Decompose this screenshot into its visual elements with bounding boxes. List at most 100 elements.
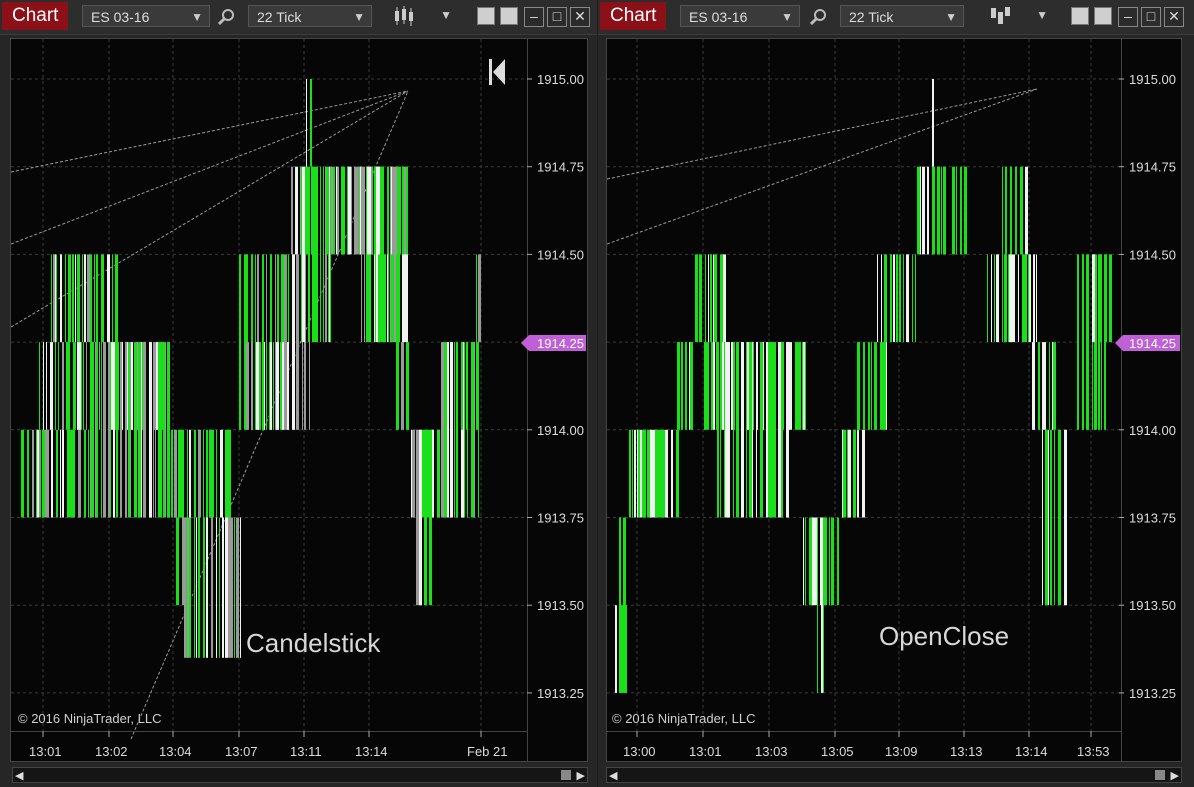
price-bar [77,342,80,430]
current-price-marker: 1914.25 [521,335,586,351]
price-chart[interactable]: 1915.00 1914.75 1914.50 1914.25 1914.00 1913.… [607,39,1181,761]
price-axis[interactable]: 1915.00 1914.75 1914.50 1914.25 1914.00 1913.… [527,72,584,701]
price-bar [178,429,181,518]
price-bar [167,342,170,518]
price-bar [1049,342,1050,430]
price-bar [328,166,329,343]
scroll-right-icon[interactable]: ▶ [577,769,585,782]
price-bar [1036,254,1037,343]
layout-button-2[interactable] [1094,7,1112,25]
price-bar [821,517,823,693]
scroll-thumb[interactable] [561,770,571,780]
search-icon[interactable] [808,7,828,27]
maximize-icon[interactable]: □ [1141,7,1161,27]
price-bar [405,254,408,343]
chart-menu-button[interactable]: Chart [2,2,69,30]
price-label: 1914.75 [1129,160,1176,175]
scroll-left-icon[interactable]: ◀ [15,769,23,782]
price-label: 1913.50 [537,598,584,613]
close-icon[interactable]: ✕ [570,7,590,27]
horizontal-scrollbar[interactable]: ◀ ▶ [12,767,588,783]
price-bar [695,254,698,343]
price-bar [240,517,241,658]
price-bar [62,342,64,430]
copyright-text: © 2016 NinjaTrader, LLC [18,711,162,726]
scroll-right-icon[interactable]: ▶ [1171,769,1179,782]
price-bar [301,166,302,343]
price-label: 1913.25 [537,686,584,701]
price-bars [615,79,1112,693]
price-bar [871,342,872,430]
horizontal-scrollbar[interactable]: ◀ ▶ [606,767,1182,783]
price-bar [927,166,929,255]
price-bar [461,342,463,430]
scroll-left-icon[interactable]: ◀ [609,769,617,782]
price-bar [797,342,799,430]
price-bar [768,342,771,518]
price-bar [236,517,239,658]
chevron-down-icon: ▼ [353,10,365,24]
minimize-icon[interactable]: – [524,7,544,27]
price-label: 1913.50 [1129,598,1176,613]
price-bar [155,342,156,518]
price-bar [1022,254,1024,343]
price-bar [306,79,307,167]
price-bar [917,166,920,255]
price-axis[interactable]: 1915.00 1914.75 1914.50 1914.25 1914.00 1913.… [1119,72,1176,701]
price-bar [270,342,272,430]
price-bar [80,342,81,430]
price-bar [171,429,173,518]
instrument-selector[interactable]: ES 03-16 ▼ [680,5,800,27]
scroll-thumb[interactable] [1155,770,1165,780]
instrument-selector[interactable]: ES 03-16 ▼ [82,5,210,27]
chart-style-selector[interactable]: ▼ [988,5,1048,27]
close-icon[interactable]: ✕ [1164,7,1184,27]
price-bar [216,429,217,518]
chart-panel[interactable]: 1915.00 1914.75 1914.50 1914.25 1914.00 1913.… [606,38,1182,762]
price-label: 1914.50 [1129,247,1176,262]
price-bar [115,342,116,430]
price-bar [478,254,481,343]
minimize-icon[interactable]: – [1118,7,1138,27]
price-bar [138,342,140,518]
chart-panel[interactable]: 1915.00 1914.75 1914.50 1914.25 1914.00 1913.… [10,38,588,762]
price-bar [476,254,477,343]
layout-button-1[interactable] [1071,7,1089,25]
price-bar [263,342,264,430]
price-bar [1092,254,1095,343]
price-bar [95,342,96,518]
price-label: 1914.75 [537,160,584,175]
price-bar [165,342,166,518]
price-bar [803,342,805,430]
time-label: 13:53 [1077,744,1110,759]
price-bar [56,429,58,518]
price-bar [713,342,715,430]
chart-menu-button[interactable]: Chart [600,2,667,30]
price-bar [58,342,59,430]
price-bar [817,517,818,693]
interval-selector[interactable]: 22 Tick ▼ [840,5,964,27]
price-bar [412,429,415,518]
scroll-to-start-icon[interactable] [489,59,505,85]
price-bar [110,342,111,518]
price-chart[interactable]: 1915.00 1914.75 1914.50 1914.25 1914.00 1913.… [11,39,587,761]
price-bar [676,429,679,518]
price-bar [396,254,399,343]
price-bar [46,342,47,430]
chart-style-selector[interactable]: ▼ [392,5,452,27]
price-bar [84,254,86,343]
price-bar [181,429,184,518]
trend-lines [607,88,1038,245]
layout-button-1[interactable] [477,7,495,25]
price-bar [619,517,620,693]
price-bar [774,342,776,518]
search-icon[interactable] [216,7,236,27]
price-bar [203,429,204,518]
maximize-icon[interactable]: □ [547,7,567,27]
time-label: 13:01 [689,744,722,759]
time-axis[interactable]: 13:00 13:01 13:03 13:05 13:09 13:13 13:14 13:53 [623,731,1110,759]
price-bar [720,254,723,343]
layout-button-2[interactable] [500,7,518,25]
time-axis[interactable]: 13:01 13:02 13:04 13:07 13:11 13:14 Feb 21 [29,731,507,759]
interval-selector[interactable]: 22 Tick ▼ [248,5,372,27]
